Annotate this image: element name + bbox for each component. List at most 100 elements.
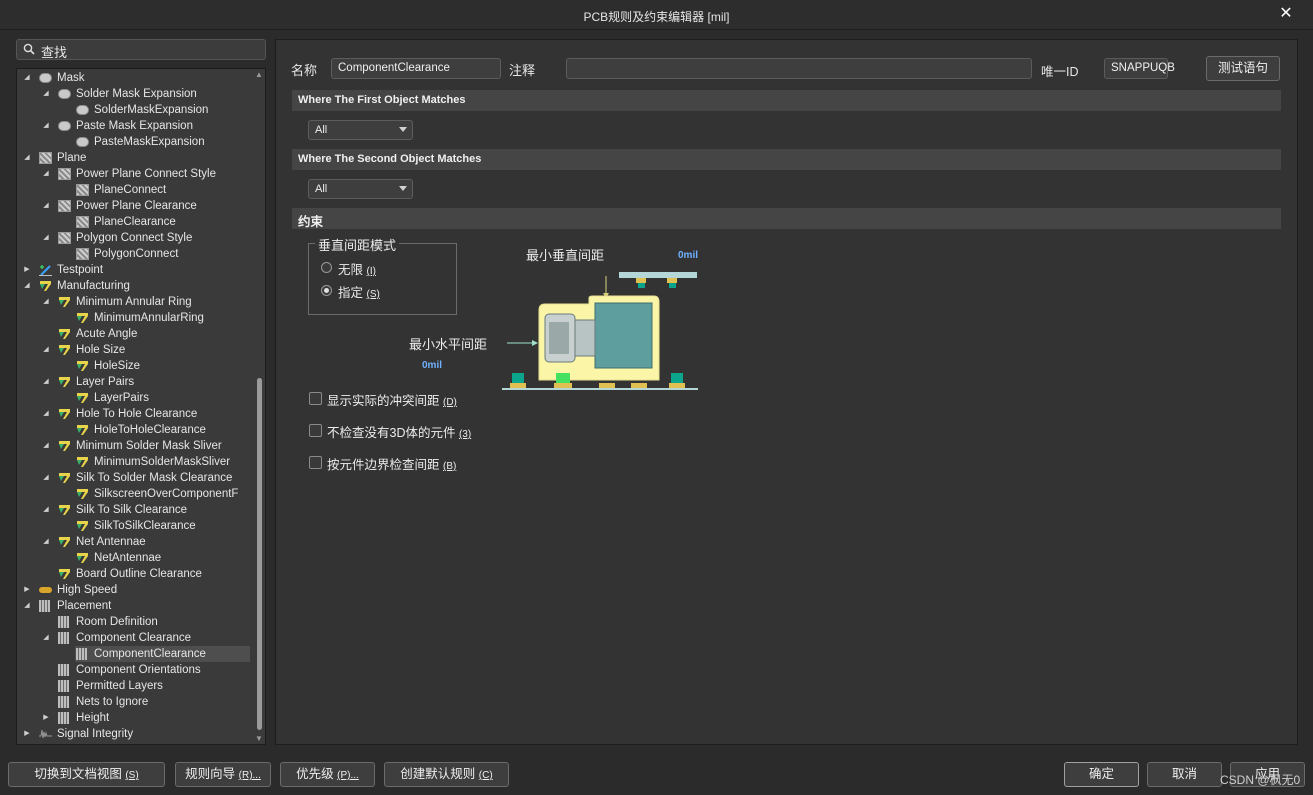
collapse-arrow-icon[interactable]: ◢ bbox=[42, 342, 50, 358]
scroll-up-icon[interactable]: ▲ bbox=[255, 70, 263, 79]
tree-item[interactable]: PolygonConnect bbox=[17, 246, 251, 262]
tree-item[interactable]: Acute Angle bbox=[17, 326, 251, 342]
tree-item[interactable]: ▶ Signal Integrity bbox=[17, 726, 251, 742]
collapse-arrow-icon[interactable]: ◢ bbox=[42, 374, 50, 390]
expand-arrow-icon[interactable]: ▶ bbox=[23, 262, 31, 278]
collapse-arrow-icon[interactable]: ◢ bbox=[42, 406, 50, 422]
option-checkbox[interactable] bbox=[309, 456, 322, 469]
tree-item[interactable]: ◢ Silk To Solder Mask Clearance bbox=[17, 470, 251, 486]
tree-item[interactable]: Nets to Ignore bbox=[17, 694, 251, 710]
expand-arrow-icon[interactable]: ▶ bbox=[42, 710, 50, 726]
tree-item[interactable]: SilkToSilkClearance bbox=[17, 518, 251, 534]
tree-item[interactable]: ◢ Manufacturing bbox=[17, 278, 251, 294]
tree-item[interactable]: MinimumSolderMaskSliver bbox=[17, 454, 251, 470]
tree-item[interactable]: LayerPairs bbox=[17, 390, 251, 406]
tree-item[interactable]: HoleSize bbox=[17, 358, 251, 374]
min-vertical-value[interactable]: 0mil bbox=[678, 250, 698, 261]
collapse-arrow-icon[interactable]: ◢ bbox=[23, 150, 31, 166]
collapse-arrow-icon[interactable]: ◢ bbox=[42, 166, 50, 182]
comment-field[interactable] bbox=[566, 58, 1032, 79]
tree-item[interactable]: ◢ Minimum Solder Mask Sliver bbox=[17, 438, 251, 454]
option-checkbox-label[interactable]: 按元件边界检查间距 (B) bbox=[327, 454, 456, 473]
tree-item[interactable]: ◢ Power Plane Connect Style bbox=[17, 166, 251, 182]
collapse-arrow-icon[interactable]: ◢ bbox=[42, 630, 50, 646]
expand-arrow-icon[interactable]: ▶ bbox=[23, 582, 31, 598]
tree-item[interactable]: Component Orientations bbox=[17, 662, 251, 678]
tree-item[interactable]: ◢ Hole To Hole Clearance bbox=[17, 406, 251, 422]
rule-tree[interactable]: ◢ Mask ◢ Solder Mask Expansion SolderMaskExp… bbox=[16, 68, 266, 745]
first-object-dropdown[interactable]: All bbox=[308, 120, 413, 140]
tree-item[interactable]: ◢ Net Antennae bbox=[17, 534, 251, 550]
tree-item[interactable]: ▶ High Speed bbox=[17, 582, 251, 598]
tree-item[interactable]: Permitted Layers bbox=[17, 678, 251, 694]
tree-item[interactable]: ◢ Paste Mask Expansion bbox=[17, 118, 251, 134]
tree-item[interactable]: ◢ Minimum Annular Ring bbox=[17, 294, 251, 310]
option-checkbox-label[interactable]: 不检查没有3D体的元件 (3) bbox=[327, 422, 471, 441]
radio-specified-label[interactable]: 指定 (S) bbox=[338, 282, 380, 301]
radio-unlimited-label[interactable]: 无限 (I) bbox=[338, 259, 376, 278]
placement-icon bbox=[39, 600, 50, 612]
tree-item[interactable]: ◢ Mask bbox=[17, 70, 251, 86]
tree-item[interactable]: ◢ Plane bbox=[17, 150, 251, 166]
tree-item[interactable]: ▶ Testpoint bbox=[17, 262, 251, 278]
comment-label: 注释 bbox=[509, 63, 536, 78]
tree-item[interactable]: Room Definition bbox=[17, 614, 251, 630]
collapse-arrow-icon[interactable]: ◢ bbox=[23, 278, 31, 294]
tree-item[interactable]: SilkscreenOverComponentF bbox=[17, 486, 251, 502]
upper-pad bbox=[636, 278, 646, 283]
uid-field[interactable]: SNAPPUQB bbox=[1104, 58, 1175, 79]
option-checkbox[interactable] bbox=[309, 392, 322, 405]
name-field[interactable]: ComponentClearance bbox=[331, 58, 501, 79]
option-checkbox[interactable] bbox=[309, 424, 322, 437]
scroll-thumb[interactable] bbox=[257, 378, 262, 730]
collapse-arrow-icon[interactable]: ◢ bbox=[42, 230, 50, 246]
tree-item[interactable]: PlaneClearance bbox=[17, 214, 251, 230]
watermark: CSDN @枫无0 bbox=[1220, 773, 1301, 787]
collapse-arrow-icon[interactable]: ◢ bbox=[42, 438, 50, 454]
option-checkbox-label[interactable]: 显示实际的冲突间距 (D) bbox=[327, 390, 457, 409]
expand-arrow-icon[interactable]: ▶ bbox=[23, 726, 31, 742]
collapse-arrow-icon[interactable]: ◢ bbox=[23, 598, 31, 614]
tree-item[interactable]: ◢ Polygon Connect Style bbox=[17, 230, 251, 246]
search-input[interactable]: 查找 bbox=[16, 39, 266, 60]
collapse-arrow-icon[interactable]: ◢ bbox=[42, 86, 50, 102]
switch-document-view-button[interactable]: 切换到文档视图 (S) bbox=[8, 762, 165, 787]
tree-item[interactable]: ◢ Layer Pairs bbox=[17, 374, 251, 390]
collapse-arrow-icon[interactable]: ◢ bbox=[42, 502, 50, 518]
tree-item[interactable]: ◢ Power Plane Clearance bbox=[17, 198, 251, 214]
tree-item[interactable]: PlaneConnect bbox=[17, 182, 251, 198]
tree-item[interactable]: HoleToHoleClearance bbox=[17, 422, 251, 438]
placement-icon bbox=[76, 648, 87, 660]
collapse-arrow-icon[interactable]: ◢ bbox=[42, 534, 50, 550]
tree-item[interactable]: ◢ Component Clearance bbox=[17, 630, 251, 646]
collapse-arrow-icon[interactable]: ◢ bbox=[42, 198, 50, 214]
collapse-arrow-icon[interactable]: ◢ bbox=[23, 70, 31, 86]
second-object-dropdown[interactable]: All bbox=[308, 179, 413, 199]
tree-item[interactable]: PasteMaskExpansion bbox=[17, 134, 251, 150]
test-query-button[interactable]: 测试语句 bbox=[1206, 56, 1280, 81]
tree-item[interactable]: ComponentClearance bbox=[75, 646, 250, 662]
tree-scrollbar[interactable]: ▲ ▼ bbox=[254, 70, 264, 743]
collapse-arrow-icon[interactable]: ◢ bbox=[42, 470, 50, 486]
collapse-arrow-icon[interactable]: ◢ bbox=[42, 294, 50, 310]
radio-specified[interactable] bbox=[321, 285, 332, 296]
radio-unlimited[interactable] bbox=[321, 262, 332, 273]
tree-item[interactable]: Board Outline Clearance bbox=[17, 566, 251, 582]
rule-wizard-button[interactable]: 规则向导 (R)... bbox=[175, 762, 271, 787]
cancel-button[interactable]: 取消 bbox=[1147, 762, 1222, 787]
tree-item[interactable]: ◢ Hole Size bbox=[17, 342, 251, 358]
scroll-down-icon[interactable]: ▼ bbox=[255, 734, 263, 743]
collapse-arrow-icon[interactable]: ◢ bbox=[42, 118, 50, 134]
tree-item[interactable]: ◢ Silk To Silk Clearance bbox=[17, 502, 251, 518]
priority-button[interactable]: 优先级 (P)... bbox=[280, 762, 375, 787]
create-default-rules-button[interactable]: 创建默认规则 (C) bbox=[384, 762, 509, 787]
tree-item[interactable]: MinimumAnnularRing bbox=[17, 310, 251, 326]
tree-item[interactable]: ◢ Solder Mask Expansion bbox=[17, 86, 251, 102]
close-icon[interactable]: ✕ bbox=[1277, 5, 1295, 23]
tree-item[interactable]: ▶ Height bbox=[17, 710, 251, 726]
ok-button[interactable]: 确定 bbox=[1064, 762, 1139, 787]
tree-item[interactable]: ◢ Placement bbox=[17, 598, 251, 614]
min-horizontal-value[interactable]: 0mil bbox=[422, 360, 442, 371]
tree-item[interactable]: SolderMaskExpansion bbox=[17, 102, 251, 118]
tree-item[interactable]: NetAntennae bbox=[17, 550, 251, 566]
